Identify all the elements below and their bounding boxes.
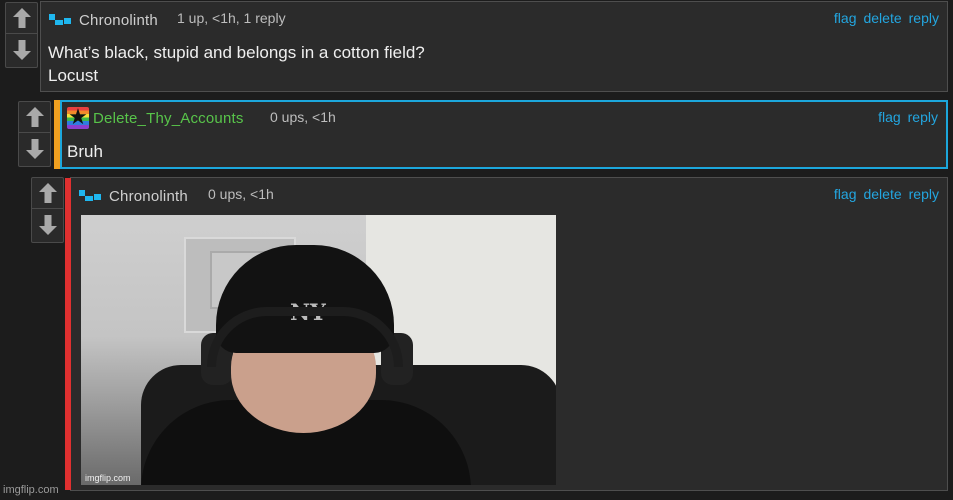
comment-actions: flag reply xyxy=(878,109,938,125)
reply-link[interactable]: reply xyxy=(909,186,939,202)
upvote-arrow-icon xyxy=(25,107,44,127)
vote-column xyxy=(18,101,51,167)
imgflip-watermark: imgflip.com xyxy=(3,484,59,496)
username[interactable]: Delete_Thy_Accounts xyxy=(93,110,244,127)
comment-header: ★ Delete_Thy_Accounts 0 ups, <1h flag re… xyxy=(67,107,938,129)
comment-header: Chronolinth 0 ups, <1h flag delete reply xyxy=(79,184,939,206)
downvote-button[interactable] xyxy=(32,209,63,240)
comment-author[interactable]: ★ Delete_Thy_Accounts xyxy=(67,107,244,129)
downvote-button[interactable] xyxy=(19,133,50,164)
comment-meta: 0 ups, <1h xyxy=(208,186,274,202)
upvote-button[interactable] xyxy=(6,3,37,34)
upvote-arrow-icon xyxy=(38,183,57,203)
comment-actions: flag delete reply xyxy=(834,10,939,26)
vote-column xyxy=(31,177,64,243)
upvote-button[interactable] xyxy=(32,178,63,209)
flag-link[interactable]: flag xyxy=(878,109,901,125)
downvote-arrow-icon xyxy=(38,214,57,235)
comment-author[interactable]: Chronolinth xyxy=(49,10,158,30)
user-avatar-icon xyxy=(49,10,73,30)
thread-accent-bar xyxy=(54,100,60,169)
thread-accent-bar xyxy=(65,178,71,490)
comment: Chronolinth 0 ups, <1h flag delete reply… xyxy=(65,177,948,491)
rainbow-star-avatar-icon: ★ xyxy=(67,107,89,129)
comment-text-line: Bruh xyxy=(67,142,103,161)
image-watermark: imgflip.com xyxy=(85,473,131,483)
upvote-button[interactable] xyxy=(19,102,50,133)
username[interactable]: Chronolinth xyxy=(109,188,188,205)
comment-body: What’s black, stupid and belongs in a co… xyxy=(48,41,425,87)
comment-text-line: Locust xyxy=(48,66,99,85)
headphones-band xyxy=(207,307,403,367)
flag-link[interactable]: flag xyxy=(834,186,857,202)
comment-text-line: What’s black, stupid and belongs in a co… xyxy=(48,43,425,62)
flag-link[interactable]: flag xyxy=(834,10,857,26)
vote-column xyxy=(5,2,38,68)
comment: Chronolinth 1 up, <1h, 1 reply flag dele… xyxy=(40,1,948,92)
downvote-button[interactable] xyxy=(6,34,37,65)
upvote-arrow-icon xyxy=(12,8,31,28)
delete-link[interactable]: delete xyxy=(863,10,901,26)
comment-meta: 0 ups, <1h xyxy=(270,109,336,125)
reply-link[interactable]: reply xyxy=(909,10,939,26)
meme-image[interactable]: ▶ NY imgflip.com xyxy=(81,215,556,485)
delete-link[interactable]: delete xyxy=(863,186,901,202)
comment-header: Chronolinth 1 up, <1h, 1 reply flag dele… xyxy=(49,8,939,30)
downvote-arrow-icon xyxy=(25,138,44,159)
comment-meta: 1 up, <1h, 1 reply xyxy=(177,10,286,26)
user-avatar-icon xyxy=(79,186,103,206)
comment-highlighted: ★ Delete_Thy_Accounts 0 ups, <1h flag re… xyxy=(54,100,948,169)
comment-author[interactable]: Chronolinth xyxy=(79,186,188,206)
comment-actions: flag delete reply xyxy=(834,186,939,202)
comment-body: Bruh xyxy=(67,140,103,163)
reply-link[interactable]: reply xyxy=(908,109,938,125)
username[interactable]: Chronolinth xyxy=(79,12,158,29)
downvote-arrow-icon xyxy=(12,39,31,60)
